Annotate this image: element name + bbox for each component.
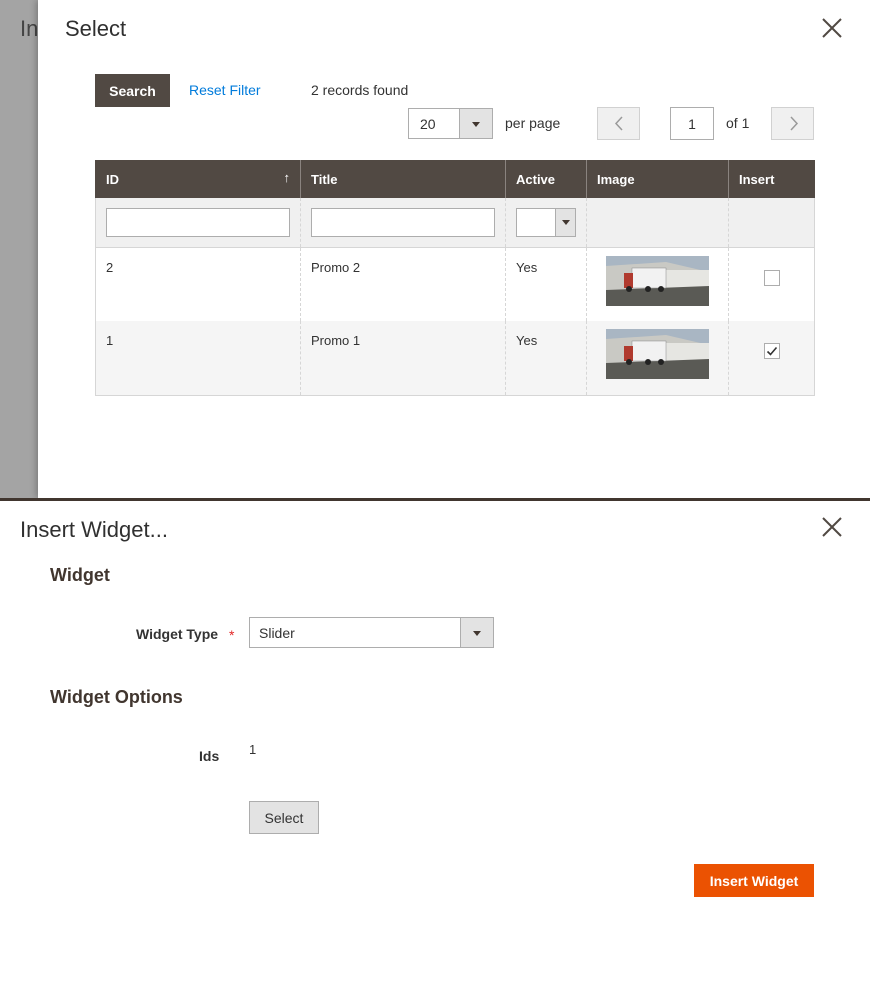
cell-active: Yes [505,321,587,396]
next-page-button[interactable] [771,107,814,140]
chevron-right-icon [790,116,799,131]
widget-section-heading: Widget [50,565,110,585]
active-filter-select[interactable] [516,207,576,237]
checkmark-icon [766,346,777,356]
widget-type-label: Widget Type [136,626,219,642]
previous-page-button[interactable] [597,107,640,140]
ids-value: 1 [249,742,257,757]
required-indicator: * [229,627,235,643]
page-total: of 1 [726,115,750,131]
sort-ascending-icon[interactable]: ↑ [284,170,291,185]
backdrop-overlay: In [0,0,38,498]
chevron-left-icon [614,116,623,131]
table-row[interactable]: 2 Promo 2 Yes [95,247,815,321]
reset-filter-link[interactable]: Reset Filter [189,82,261,98]
grid-header-row: ID ↑ Title Active Image Insert [95,160,815,198]
chevron-down-icon[interactable] [459,109,492,138]
select-button[interactable]: Select [249,801,319,834]
column-header-image: Image [586,160,729,198]
cell-title: Promo 2 [300,247,506,321]
column-header-id[interactable]: ID ↑ [95,160,301,198]
filter-row [95,198,815,248]
cell-active: Yes [505,247,587,321]
ids-label: Ids [199,748,220,764]
truck-thumbnail-image [606,255,709,306]
chevron-down-icon[interactable] [555,208,575,236]
search-button[interactable]: Search [95,74,170,107]
select-modal: Select Search Reset Filter 2 records fou… [38,0,870,498]
backdrop-title: In [20,16,38,41]
widget-options-heading: Widget Options [50,687,183,707]
per-page-select[interactable]: 20 [408,108,493,139]
id-filter-input[interactable] [106,207,290,237]
column-header-title[interactable]: Title [300,160,506,198]
panel-title: Insert Widget... [20,517,168,542]
chevron-down-icon[interactable] [460,618,493,647]
title-filter-input[interactable] [311,207,495,237]
column-header-active[interactable]: Active [505,160,587,198]
widget-type-select[interactable]: Slider [249,617,494,648]
column-header-insert[interactable]: Insert [728,160,815,198]
cell-id: 2 [95,247,301,321]
widget-type-value: Slider [259,625,295,641]
data-grid: ID ↑ Title Active Image Insert 2 Promo 2… [95,160,815,396]
close-icon[interactable] [820,515,844,539]
records-count: 2 records found [311,82,409,98]
modal-title: Select [65,16,127,41]
select-modal-region: In Select Search Reset Filter 2 records … [0,0,870,498]
table-row[interactable]: 1 Promo 1 Yes [95,321,815,396]
cell-title: Promo 1 [300,321,506,396]
truck-thumbnail-image [606,329,709,379]
insert-widget-button[interactable]: Insert Widget [694,864,814,897]
insert-checkbox[interactable] [763,269,780,286]
per-page-value: 20 [420,116,436,132]
insert-widget-panel: Insert Widget... Widget Widget Type * Sl… [0,501,870,1000]
per-page-label: per page [505,115,561,131]
close-icon[interactable] [820,16,844,40]
page-number-input[interactable] [670,107,714,140]
insert-checkbox-checked[interactable] [763,343,780,359]
cell-id: 1 [95,321,301,396]
